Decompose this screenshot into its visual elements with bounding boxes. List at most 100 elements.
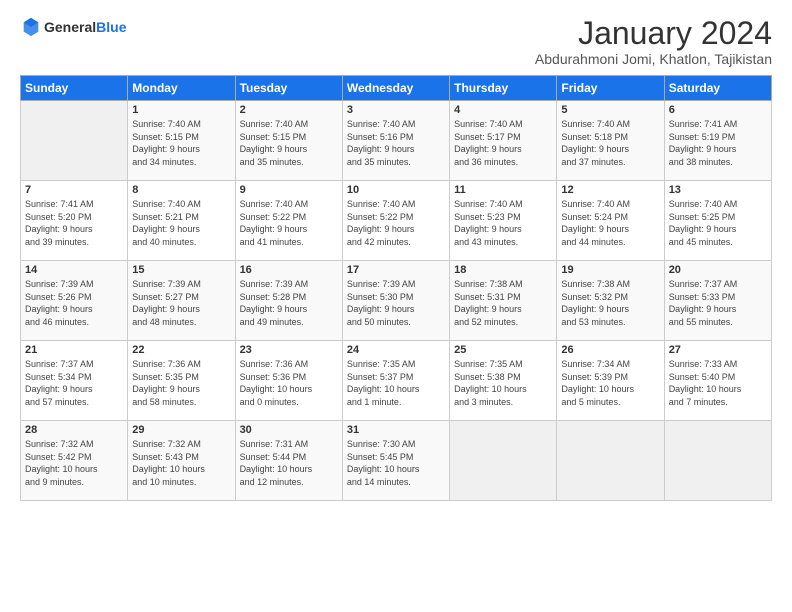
calendar-cell: 15 Sunrise: 7:39 AM Sunset: 5:27 PM Dayli… <box>128 261 235 341</box>
calendar-cell: 13 Sunrise: 7:40 AM Sunset: 5:25 PM Dayli… <box>664 181 771 261</box>
day-number: 13 <box>669 184 767 196</box>
day-content: Sunrise: 7:37 AM Sunset: 5:33 PM Dayligh… <box>669 278 767 328</box>
day-content: Sunrise: 7:39 AM Sunset: 5:27 PM Dayligh… <box>132 278 230 328</box>
month-title: January 2024 <box>535 16 772 51</box>
calendar-cell <box>557 421 664 501</box>
calendar-cell: 8Sunrise: 7:40 AM Sunset: 5:21 PM Daylig… <box>128 181 235 261</box>
day-number: 21 <box>25 344 123 356</box>
day-number: 23 <box>240 344 338 356</box>
day-content: Sunrise: 7:32 AM Sunset: 5:42 PM Dayligh… <box>25 438 123 488</box>
day-content: Sunrise: 7:38 AM Sunset: 5:31 PM Dayligh… <box>454 278 552 328</box>
day-number: 18 <box>454 264 552 276</box>
calendar-cell: 11 Sunrise: 7:40 AM Sunset: 5:23 PM Dayli… <box>450 181 557 261</box>
day-content: Sunrise: 7:35 AM Sunset: 5:37 PM Dayligh… <box>347 358 445 408</box>
day-content: Sunrise: 7:40 AM Sunset: 5:18 PM Dayligh… <box>561 118 659 168</box>
day-content: Sunrise: 7:38 AM Sunset: 5:32 PM Dayligh… <box>561 278 659 328</box>
calendar-cell: 20 Sunrise: 7:37 AM Sunset: 5:33 PM Dayli… <box>664 261 771 341</box>
location-title: Abdurahmoni Jomi, Khatlon, Tajikistan <box>535 51 772 67</box>
calendar-cell <box>664 421 771 501</box>
day-header-tuesday: Tuesday <box>235 76 342 101</box>
calendar-cell: 24Sunrise: 7:35 AM Sunset: 5:37 PM Dayli… <box>342 341 449 421</box>
calendar-cell: 3Sunrise: 7:40 AM Sunset: 5:16 PM Daylig… <box>342 101 449 181</box>
day-header-wednesday: Wednesday <box>342 76 449 101</box>
header-row: GeneralBlue January 2024 Abdurahmoni Jom… <box>20 16 772 67</box>
day-header-saturday: Saturday <box>664 76 771 101</box>
day-number: 15 <box>132 264 230 276</box>
calendar-cell: 9 Sunrise: 7:40 AM Sunset: 5:22 PM Daylig… <box>235 181 342 261</box>
day-content: Sunrise: 7:41 AM Sunset: 5:19 PM Dayligh… <box>669 118 767 168</box>
calendar-cell: 27Sunrise: 7:33 AM Sunset: 5:40 PM Dayli… <box>664 341 771 421</box>
calendar-cell <box>21 101 128 181</box>
day-content: Sunrise: 7:30 AM Sunset: 5:45 PM Dayligh… <box>347 438 445 488</box>
title-block: January 2024 Abdurahmoni Jomi, Khatlon, … <box>535 16 772 67</box>
day-content: Sunrise: 7:40 AM Sunset: 5:24 PM Dayligh… <box>561 198 659 248</box>
calendar-cell: 14 Sunrise: 7:39 AM Sunset: 5:26 PM Dayli… <box>21 261 128 341</box>
calendar-cell: 5 Sunrise: 7:40 AM Sunset: 5:18 PM Daylig… <box>557 101 664 181</box>
calendar-cell: 21Sunrise: 7:37 AM Sunset: 5:34 PM Dayli… <box>21 341 128 421</box>
calendar-table: SundayMondayTuesdayWednesdayThursdayFrid… <box>20 75 772 501</box>
calendar-cell: 22 Sunrise: 7:36 AM Sunset: 5:35 PM Dayli… <box>128 341 235 421</box>
logo-icon <box>20 16 42 38</box>
day-number: 9 <box>240 184 338 196</box>
day-content: Sunrise: 7:40 AM Sunset: 5:22 PM Dayligh… <box>240 198 338 248</box>
calendar-cell: 25 Sunrise: 7:35 AM Sunset: 5:38 PM Dayli… <box>450 341 557 421</box>
day-number: 4 <box>454 104 552 116</box>
calendar-cell: 10 Sunrise: 7:40 AM Sunset: 5:22 PM Dayli… <box>342 181 449 261</box>
day-content: Sunrise: 7:40 AM Sunset: 5:17 PM Dayligh… <box>454 118 552 168</box>
day-number: 17 <box>347 264 445 276</box>
day-content: Sunrise: 7:40 AM Sunset: 5:15 PM Dayligh… <box>240 118 338 168</box>
day-number: 11 <box>454 184 552 196</box>
day-content: Sunrise: 7:40 AM Sunset: 5:16 PM Dayligh… <box>347 118 445 168</box>
day-content: Sunrise: 7:40 AM Sunset: 5:22 PM Dayligh… <box>347 198 445 248</box>
day-header-monday: Monday <box>128 76 235 101</box>
calendar-cell: 29 Sunrise: 7:32 AM Sunset: 5:43 PM Dayli… <box>128 421 235 501</box>
logo-text: GeneralBlue <box>44 19 126 36</box>
week-row-3: 14 Sunrise: 7:39 AM Sunset: 5:26 PM Dayli… <box>21 261 772 341</box>
day-header-thursday: Thursday <box>450 76 557 101</box>
day-number: 25 <box>454 344 552 356</box>
day-number: 20 <box>669 264 767 276</box>
week-row-1: 1 Sunrise: 7:40 AM Sunset: 5:15 PM Daylig… <box>21 101 772 181</box>
day-number: 6 <box>669 104 767 116</box>
day-number: 14 <box>25 264 123 276</box>
calendar-cell: 12 Sunrise: 7:40 AM Sunset: 5:24 PM Dayli… <box>557 181 664 261</box>
day-content: Sunrise: 7:31 AM Sunset: 5:44 PM Dayligh… <box>240 438 338 488</box>
header-row-days: SundayMondayTuesdayWednesdayThursdayFrid… <box>21 76 772 101</box>
calendar-cell: 4 Sunrise: 7:40 AM Sunset: 5:17 PM Daylig… <box>450 101 557 181</box>
day-number: 12 <box>561 184 659 196</box>
day-number: 29 <box>132 424 230 436</box>
logo: GeneralBlue <box>20 16 126 38</box>
day-content: Sunrise: 7:35 AM Sunset: 5:38 PM Dayligh… <box>454 358 552 408</box>
day-number: 16 <box>240 264 338 276</box>
calendar-cell: 30Sunrise: 7:31 AM Sunset: 5:44 PM Dayli… <box>235 421 342 501</box>
day-number: 1 <box>132 104 230 116</box>
day-number: 10 <box>347 184 445 196</box>
calendar-cell: 23 Sunrise: 7:36 AM Sunset: 5:36 PM Dayli… <box>235 341 342 421</box>
day-content: Sunrise: 7:33 AM Sunset: 5:40 PM Dayligh… <box>669 358 767 408</box>
calendar-cell: 17Sunrise: 7:39 AM Sunset: 5:30 PM Dayli… <box>342 261 449 341</box>
day-content: Sunrise: 7:40 AM Sunset: 5:15 PM Dayligh… <box>132 118 230 168</box>
calendar-cell: 31 Sunrise: 7:30 AM Sunset: 5:45 PM Dayli… <box>342 421 449 501</box>
day-number: 26 <box>561 344 659 356</box>
day-content: Sunrise: 7:32 AM Sunset: 5:43 PM Dayligh… <box>132 438 230 488</box>
day-number: 19 <box>561 264 659 276</box>
day-number: 5 <box>561 104 659 116</box>
day-number: 22 <box>132 344 230 356</box>
day-content: Sunrise: 7:40 AM Sunset: 5:23 PM Dayligh… <box>454 198 552 248</box>
day-content: Sunrise: 7:40 AM Sunset: 5:25 PM Dayligh… <box>669 198 767 248</box>
day-content: Sunrise: 7:39 AM Sunset: 5:26 PM Dayligh… <box>25 278 123 328</box>
calendar-cell: 1 Sunrise: 7:40 AM Sunset: 5:15 PM Daylig… <box>128 101 235 181</box>
day-content: Sunrise: 7:39 AM Sunset: 5:28 PM Dayligh… <box>240 278 338 328</box>
calendar-cell: 19 Sunrise: 7:38 AM Sunset: 5:32 PM Dayli… <box>557 261 664 341</box>
day-content: Sunrise: 7:36 AM Sunset: 5:35 PM Dayligh… <box>132 358 230 408</box>
calendar-cell: 16 Sunrise: 7:39 AM Sunset: 5:28 PM Dayli… <box>235 261 342 341</box>
week-row-5: 28Sunrise: 7:32 AM Sunset: 5:42 PM Dayli… <box>21 421 772 501</box>
day-content: Sunrise: 7:36 AM Sunset: 5:36 PM Dayligh… <box>240 358 338 408</box>
calendar-cell: 28Sunrise: 7:32 AM Sunset: 5:42 PM Dayli… <box>21 421 128 501</box>
calendar-cell: 6 Sunrise: 7:41 AM Sunset: 5:19 PM Daylig… <box>664 101 771 181</box>
day-number: 2 <box>240 104 338 116</box>
day-number: 31 <box>347 424 445 436</box>
week-row-4: 21Sunrise: 7:37 AM Sunset: 5:34 PM Dayli… <box>21 341 772 421</box>
day-content: Sunrise: 7:40 AM Sunset: 5:21 PM Dayligh… <box>132 198 230 248</box>
week-row-2: 7Sunrise: 7:41 AM Sunset: 5:20 PM Daylig… <box>21 181 772 261</box>
